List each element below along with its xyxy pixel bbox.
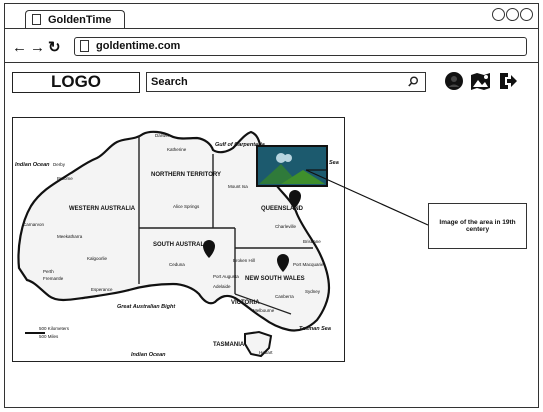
annotation-note: Image of the area in 19th centery <box>428 203 527 249</box>
